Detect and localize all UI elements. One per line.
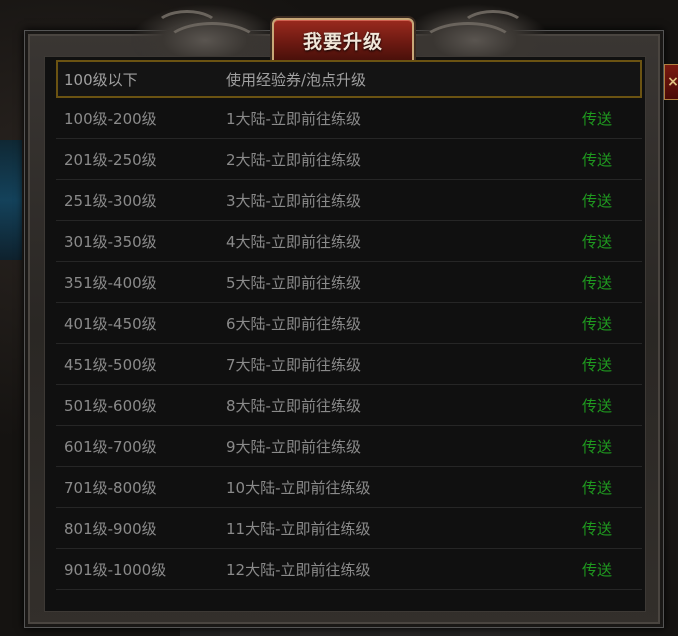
destination: 1大陆-立即前往练级 xyxy=(226,109,361,128)
teleport-button[interactable]: 传送 xyxy=(582,354,612,375)
level-range: 901级-1000级 xyxy=(64,560,167,579)
table-row: 301级-350级 4大陆-立即前往练级 传送 xyxy=(56,221,642,262)
destination: 7大陆-立即前往练级 xyxy=(226,355,361,374)
teleport-button[interactable]: 传送 xyxy=(582,395,612,416)
level-range: 501级-600级 xyxy=(64,396,157,415)
level-range: 601级-700级 xyxy=(64,437,157,456)
teleport-button[interactable]: 传送 xyxy=(582,149,612,170)
level-range: 801级-900级 xyxy=(64,519,157,538)
table-row: 901级-1000级 12大陆-立即前往练级 传送 xyxy=(56,549,642,590)
teleport-button[interactable]: 传送 xyxy=(582,436,612,457)
destination: 8大陆-立即前往练级 xyxy=(226,396,361,415)
teleport-button[interactable]: 传送 xyxy=(582,313,612,334)
title-plate: 我要升级 xyxy=(272,18,414,62)
level-range: 100级以下 xyxy=(64,70,138,89)
background-world-water xyxy=(0,140,22,260)
table-row: 451级-500级 7大陆-立即前往练级 传送 xyxy=(56,344,642,385)
table-row: 201级-250级 2大陆-立即前往练级 传送 xyxy=(56,139,642,180)
destination: 11大陆-立即前往练级 xyxy=(226,519,371,538)
dragon-ornament-right-icon xyxy=(400,4,550,56)
teleport-button[interactable]: 传送 xyxy=(582,272,612,293)
level-range: 201级-250级 xyxy=(64,150,157,169)
table-row: 501级-600级 8大陆-立即前往练级 传送 xyxy=(56,385,642,426)
teleport-button[interactable]: 传送 xyxy=(582,559,612,580)
destination: 10大陆-立即前往练级 xyxy=(226,478,371,497)
teleport-button[interactable]: 传送 xyxy=(582,108,612,129)
level-range: 301级-350级 xyxy=(64,232,157,251)
level-range: 100级-200级 xyxy=(64,109,157,128)
table-row: 801级-900级 11大陆-立即前往练级 传送 xyxy=(56,508,642,549)
teleport-button[interactable]: 传送 xyxy=(582,231,612,252)
table-row-header[interactable]: 100级以下 使用经验券/泡点升级 xyxy=(56,60,642,98)
destination: 5大陆-立即前往练级 xyxy=(226,273,361,292)
table-row: 100级-200级 1大陆-立即前往练级 传送 xyxy=(56,98,642,139)
teleport-button[interactable]: 传送 xyxy=(582,518,612,539)
level-range: 401级-450级 xyxy=(64,314,157,333)
level-range: 701级-800级 xyxy=(64,478,157,497)
level-teleport-table: 100级以下 使用经验券/泡点升级 100级-200级 1大陆-立即前往练级 传… xyxy=(56,60,642,590)
destination: 3大陆-立即前往练级 xyxy=(226,191,361,210)
dialog-title: 我要升级 xyxy=(302,30,383,53)
table-row: 401级-450级 6大陆-立即前往练级 传送 xyxy=(56,303,642,344)
level-range: 351级-400级 xyxy=(64,273,157,292)
dragon-ornament-left-icon xyxy=(130,4,280,56)
destination: 6大陆-立即前往练级 xyxy=(226,314,361,333)
destination: 4大陆-立即前往练级 xyxy=(226,232,361,251)
table-row: 351级-400级 5大陆-立即前往练级 传送 xyxy=(56,262,642,303)
level-range: 251级-300级 xyxy=(64,191,157,210)
destination: 12大陆-立即前往练级 xyxy=(226,560,371,579)
table-row: 251级-300级 3大陆-立即前往练级 传送 xyxy=(56,180,642,221)
teleport-button[interactable]: 传送 xyxy=(582,477,612,498)
teleport-button[interactable]: 传送 xyxy=(582,190,612,211)
game-scene: 50 50 我要升级 × 100级以下 使用经验券/泡点升级 100级-200级… xyxy=(0,0,678,636)
level-range: 451级-500级 xyxy=(64,355,157,374)
destination: 2大陆-立即前往练级 xyxy=(226,150,361,169)
destination: 9大陆-立即前往练级 xyxy=(226,437,361,456)
table-row: 701级-800级 10大陆-立即前往练级 传送 xyxy=(56,467,642,508)
table-row: 601级-700级 9大陆-立即前往练级 传送 xyxy=(56,426,642,467)
destination: 使用经验券/泡点升级 xyxy=(226,70,367,89)
close-button[interactable]: × xyxy=(664,64,678,100)
close-icon: × xyxy=(667,74,678,90)
